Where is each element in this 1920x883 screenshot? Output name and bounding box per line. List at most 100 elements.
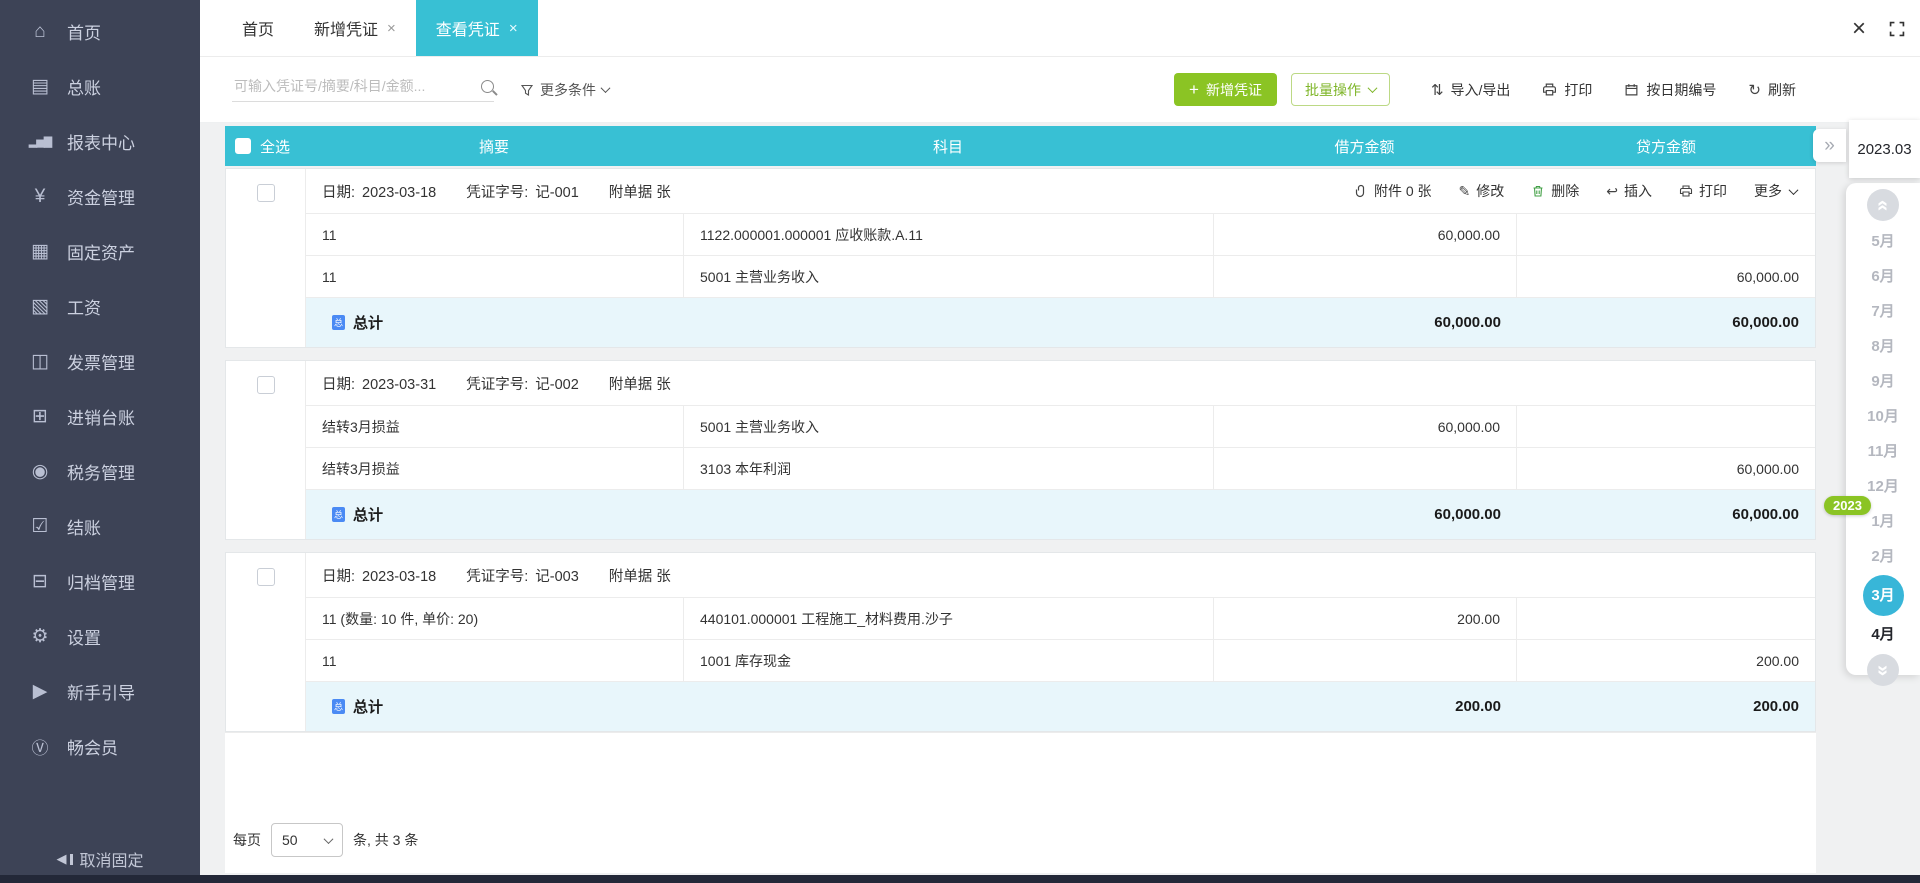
add-voucher-button[interactable]: + 新增凭证 (1174, 73, 1277, 106)
sidebar-item-label: 资金管理 (67, 184, 135, 209)
sidebar-item[interactable]: ◫ 发票管理 (0, 334, 200, 389)
row-checkbox[interactable] (257, 184, 275, 202)
row-action-button[interactable]: ✎ ↩ 附件 0 张 (1354, 181, 1432, 201)
date-label: 日期: (322, 181, 355, 202)
search-icon[interactable] (481, 80, 494, 93)
month-item[interactable]: 3月 (1863, 575, 1904, 616)
sidebar-item[interactable]: ▧ 工资 (0, 279, 200, 334)
entry-debit: 200.00 (1214, 598, 1517, 639)
month-item[interactable]: 7月 (1861, 294, 1905, 329)
row-action-button[interactable]: ✎ ↩ 更多 (1754, 181, 1797, 201)
sidebar-item-icon: ▦ (28, 240, 52, 263)
total-label: 总计 (353, 696, 383, 717)
row-select-gutter (226, 169, 305, 347)
row-checkbox[interactable] (257, 568, 275, 586)
sidebar-item[interactable]: Ⓥ 畅会员 (0, 719, 200, 774)
voucher-entry-row[interactable]: 结转3月损益 3103 本年利润 60,000.00 (306, 447, 1815, 489)
row-action-label: 附件 0 张 (1374, 181, 1432, 201)
sidebar-item[interactable]: ▶ 新手引导 (0, 664, 200, 719)
tab[interactable]: 首页 (222, 0, 294, 56)
month-item[interactable]: 10月 (1861, 399, 1905, 434)
select-all-label: 全选 (260, 136, 290, 157)
search-box (232, 77, 494, 102)
sidebar-item-label: 工资 (67, 294, 101, 319)
more-filters-label: 更多条件 (540, 80, 596, 100)
sidebar-item[interactable]: ⌂ 首页 (0, 4, 200, 59)
number-by-date-button[interactable]: 按日期编号 (1615, 80, 1725, 100)
sidebar-item[interactable]: ▂▅▇ 报表中心 (0, 114, 200, 169)
entry-summary: 结转3月损益 (306, 406, 684, 447)
voucher-header-row[interactable]: 日期:2023-03-18凭证字号:记-001附单据 张 ✎ ↩ (306, 169, 1815, 213)
entry-summary: 结转3月损益 (306, 448, 684, 489)
batch-actions-button[interactable]: 批量操作 (1291, 73, 1390, 106)
entry-credit: 60,000.00 (1517, 448, 1815, 489)
collapse-month-rail-button[interactable]: » (1813, 129, 1846, 162)
close-icon[interactable]: × (1852, 17, 1866, 41)
sidebar-item[interactable]: ⊟ 归档管理 (0, 554, 200, 609)
scroll-up-button[interactable]: « (1867, 189, 1899, 221)
row-action-button[interactable]: ✎ ↩ 修改 (1459, 181, 1505, 201)
sidebar: ⌂ 首页 ▤ 总账 ▂▅▇ 报表中心 ¥ 资金管理 (0, 0, 200, 883)
voucher-header-row[interactable]: 日期:2023-03-31凭证字号:记-002附单据 张 (306, 361, 1815, 405)
row-action-button[interactable]: ✎ ↩ 插入 (1606, 181, 1652, 201)
total-debit: 200.00 (1214, 698, 1517, 715)
sidebar-item[interactable]: ¥ 资金管理 (0, 169, 200, 224)
sidebar-item[interactable]: ⊞ 进销台账 (0, 389, 200, 444)
tab-close-icon[interactable]: × (387, 20, 396, 37)
month-item[interactable]: 9月 (1861, 364, 1905, 399)
more-filters-button[interactable]: 更多条件 (520, 80, 609, 100)
tab[interactable]: 新增凭证 × (294, 0, 416, 56)
per-page-select[interactable]: 50 (271, 823, 343, 857)
select-all-checkbox[interactable] (235, 138, 251, 154)
month-item[interactable]: 8月 (1861, 329, 1905, 364)
refresh-button[interactable]: ↻ 刷新 (1739, 80, 1805, 100)
row-checkbox[interactable] (257, 376, 275, 394)
voucher-entry-row[interactable]: 11 1122.000001.000001 应收账款.A.11 60,000.0… (306, 213, 1815, 255)
voucher-entry-row[interactable]: 11 (数量: 10 件, 单价: 20) 440101.000001 工程施工… (306, 597, 1815, 639)
import-export-button[interactable]: ⇅ 导入/导出 (1422, 80, 1519, 100)
edit-icon: ✎ (1459, 184, 1471, 198)
row-action-button[interactable]: ✎ ↩ 删除 (1531, 181, 1579, 201)
chevron-down-icon (324, 834, 334, 844)
sidebar-item-icon: ▧ (28, 295, 52, 318)
entry-debit (1214, 448, 1517, 489)
row-action-button[interactable]: ✎ ↩ 打印 (1679, 181, 1727, 201)
window-controls: × (1852, 0, 1920, 57)
print-button[interactable]: 打印 (1533, 80, 1601, 100)
entry-account: 1001 库存现金 (684, 640, 1214, 681)
month-item[interactable]: 4月 (1861, 617, 1905, 652)
sidebar-item[interactable]: ⚙ 设置 (0, 609, 200, 664)
month-item[interactable]: 5月 (1861, 224, 1905, 259)
month-item[interactable]: 2月 (1861, 539, 1905, 574)
search-input[interactable] (232, 77, 471, 95)
voucher-entry-row[interactable]: 11 1001 库存现金 200.00 (306, 639, 1815, 681)
voucher-total-row: 总 总计 60,000.00 60,000.00 (306, 297, 1815, 347)
paperclip-icon (1354, 184, 1368, 198)
fullscreen-icon[interactable] (1888, 20, 1906, 38)
scroll-down-button[interactable]: « (1867, 654, 1899, 686)
entry-summary: 11 (306, 640, 684, 681)
tab-close-icon[interactable]: × (509, 20, 518, 37)
sidebar-item-icon: ⌂ (28, 21, 52, 43)
unpin-sidebar-button[interactable]: ◀ 取消固定 (0, 847, 200, 871)
voucher-total-row: 总 总计 200.00 200.00 (306, 681, 1815, 731)
voucher-header-row[interactable]: 日期:2023-03-18凭证字号:记-003附单据 张 (306, 553, 1815, 597)
voucher-entry-row[interactable]: 结转3月损益 5001 主营业务收入 60,000.00 (306, 405, 1815, 447)
tab-bar: 首页 新增凭证 × 查看凭证 × (200, 0, 1920, 57)
sidebar-item[interactable]: ▦ 固定资产 (0, 224, 200, 279)
voucher-entry-row[interactable]: 11 5001 主营业务收入 60,000.00 (306, 255, 1815, 297)
sidebar-item-label: 报表中心 (67, 129, 135, 154)
sidebar-item[interactable]: ▤ 总账 (0, 59, 200, 114)
tab[interactable]: 查看凭证 × (416, 0, 538, 56)
month-item[interactable]: 6月 (1861, 259, 1905, 294)
sidebar-item[interactable]: ☑ 结账 (0, 499, 200, 554)
voucher-total-row: 总 总计 60,000.00 60,000.00 (306, 489, 1815, 539)
pin-bar-icon (70, 854, 73, 865)
voucher-no-label: 凭证字号: (466, 565, 528, 586)
sidebar-item-icon: ◉ (28, 460, 52, 483)
month-item[interactable]: 11月 (1861, 434, 1905, 469)
chevron-double-up-icon: « (1872, 199, 1895, 210)
calendar-icon (1624, 82, 1639, 97)
voucher-group: 日期:2023-03-18凭证字号:记-001附单据 张 ✎ ↩ (225, 168, 1816, 348)
sidebar-item[interactable]: ◉ 税务管理 (0, 444, 200, 499)
